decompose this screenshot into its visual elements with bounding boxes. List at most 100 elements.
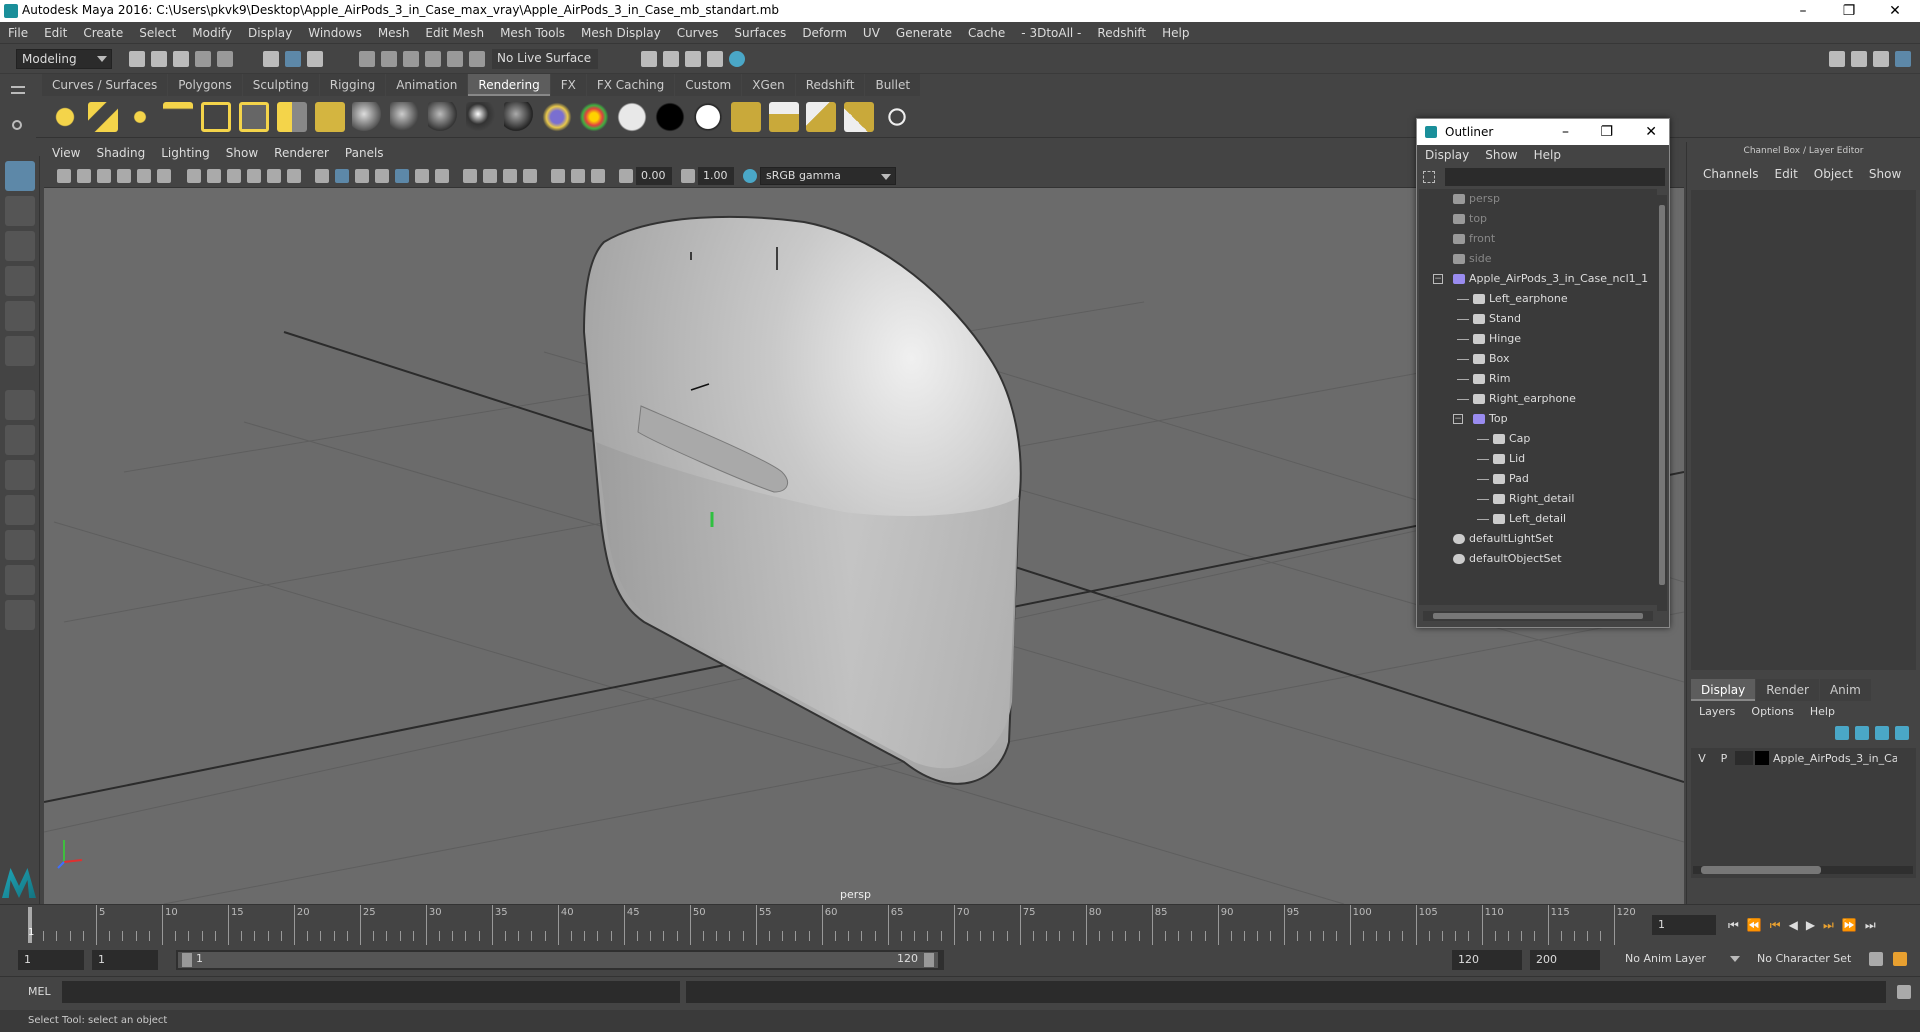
shelf-settings-icon[interactable] bbox=[12, 120, 22, 130]
outliner-minimize-button[interactable]: – bbox=[1562, 119, 1569, 145]
open-scene-icon[interactable] bbox=[151, 50, 167, 67]
xray-components-icon[interactable] bbox=[591, 168, 605, 183]
paint-select-tool-icon[interactable] bbox=[5, 231, 35, 261]
script-editor-icon[interactable] bbox=[1897, 985, 1911, 999]
phonge-material-icon[interactable] bbox=[465, 102, 496, 132]
tab-sculpting[interactable]: Sculpting bbox=[242, 74, 319, 96]
animation-start-field[interactable]: 1 bbox=[18, 950, 84, 970]
cb-menu-object[interactable]: Object bbox=[1806, 167, 1861, 181]
lambert-material-icon[interactable] bbox=[390, 102, 421, 132]
outliner-close-button[interactable]: ✕ bbox=[1645, 119, 1657, 145]
go-to-start-icon[interactable]: ⏮ bbox=[1724, 918, 1743, 933]
animation-end-field[interactable]: 200 bbox=[1530, 950, 1600, 970]
snap-curve-icon[interactable] bbox=[381, 50, 397, 67]
render-view-icon[interactable] bbox=[729, 50, 745, 67]
outliner-layout-icon[interactable] bbox=[5, 495, 35, 525]
render-settings-icon[interactable] bbox=[685, 50, 701, 67]
playback-end-field[interactable]: 120 bbox=[1452, 950, 1522, 970]
light-editor-icon[interactable] bbox=[276, 102, 307, 132]
menu-mesh[interactable]: Mesh bbox=[370, 22, 418, 44]
layer-type-toggle[interactable] bbox=[1735, 751, 1753, 765]
tab-curves-surfaces[interactable]: Curves / Surfaces bbox=[42, 74, 168, 96]
layer-menu-help[interactable]: Help bbox=[1802, 705, 1843, 718]
play-forwards-icon[interactable]: ▶ bbox=[1802, 918, 1819, 932]
layer-row[interactable]: V P Apple_AirPods_3_in_Case bbox=[1691, 748, 1916, 768]
isolate-select-icon[interactable] bbox=[523, 168, 537, 183]
ipr-render-shelf-icon[interactable] bbox=[806, 102, 837, 132]
hypershade-layout-icon[interactable] bbox=[5, 565, 35, 595]
layer-tab-display[interactable]: Display bbox=[1691, 679, 1756, 701]
redo-icon[interactable] bbox=[217, 50, 233, 67]
spot-light-icon[interactable] bbox=[163, 102, 194, 132]
range-start-grip[interactable] bbox=[182, 953, 192, 967]
directional-light-icon[interactable] bbox=[87, 102, 118, 132]
vp-menu-renderer[interactable]: Renderer bbox=[266, 142, 337, 164]
ambient-light-icon[interactable] bbox=[49, 102, 80, 132]
range-handle[interactable]: 1 120 bbox=[178, 952, 938, 968]
menu-display[interactable]: Display bbox=[240, 22, 300, 44]
smooth-shade-icon[interactable] bbox=[335, 168, 349, 183]
menu-windows[interactable]: Windows bbox=[300, 22, 370, 44]
menu-cache[interactable]: Cache bbox=[960, 22, 1013, 44]
surface-shader-icon[interactable] bbox=[617, 102, 648, 132]
layer-name[interactable]: Apple_AirPods_3_in_Case bbox=[1773, 752, 1897, 765]
menu-file[interactable]: File bbox=[0, 22, 36, 44]
color-management-icon[interactable] bbox=[743, 168, 757, 183]
two-d-pan-icon[interactable] bbox=[137, 168, 151, 183]
tab-fx-caching[interactable]: FX Caching bbox=[586, 74, 675, 96]
move-tool-icon[interactable] bbox=[5, 266, 35, 296]
color-space-dropdown[interactable]: sRGB gamma bbox=[760, 166, 896, 185]
select-camera-icon[interactable] bbox=[57, 168, 71, 183]
select-hierarchy-icon[interactable] bbox=[263, 50, 279, 67]
outliner-item[interactable]: Stand bbox=[1419, 309, 1657, 329]
point-light-icon[interactable] bbox=[125, 102, 156, 132]
outliner-item[interactable]: front bbox=[1419, 229, 1657, 249]
outliner-item[interactable]: Right_detail bbox=[1419, 489, 1657, 509]
tool-settings-icon[interactable] bbox=[1873, 50, 1889, 67]
time-slider[interactable]: 5 10 15 20 25 30 35 40 45 50 55 60 65 70 75 80 85 90 95 100… bbox=[0, 904, 1920, 946]
snap-grid-icon[interactable] bbox=[359, 50, 375, 67]
depth-of-field-icon[interactable] bbox=[503, 168, 517, 183]
anti-aliasing-icon[interactable] bbox=[483, 168, 497, 183]
outliner-scroll-thumb[interactable] bbox=[1659, 205, 1665, 585]
outliner-item[interactable]: defaultLightSet bbox=[1419, 529, 1657, 549]
menu-uv[interactable]: UV bbox=[855, 22, 888, 44]
character-set-dropdown[interactable]: No Character Set bbox=[1752, 950, 1866, 970]
blinn-material-icon[interactable] bbox=[352, 102, 383, 132]
menu-create[interactable]: Create bbox=[75, 22, 131, 44]
save-scene-icon[interactable] bbox=[173, 50, 189, 67]
modeling-toolkit-icon[interactable] bbox=[1829, 50, 1845, 67]
tab-animation[interactable]: Animation bbox=[386, 74, 468, 96]
render-current-frame-icon[interactable] bbox=[768, 102, 799, 132]
outliner-item[interactable]: Pad bbox=[1419, 469, 1657, 489]
outliner-item[interactable]: Cap bbox=[1419, 429, 1657, 449]
outliner-menu-display[interactable]: Display bbox=[1417, 145, 1477, 165]
cb-menu-show[interactable]: Show bbox=[1861, 167, 1909, 181]
snap-point-icon[interactable] bbox=[403, 50, 419, 67]
maximize-button[interactable]: ❐ bbox=[1826, 0, 1872, 22]
play-backwards-icon[interactable]: ◀ bbox=[1785, 918, 1802, 932]
vp-menu-show[interactable]: Show bbox=[218, 142, 266, 164]
single-view-layout-icon[interactable] bbox=[5, 390, 35, 420]
collapse-icon[interactable]: − bbox=[1433, 274, 1443, 284]
outliner-item[interactable]: Right_earphone bbox=[1419, 389, 1657, 409]
lasso-tool-icon[interactable] bbox=[5, 196, 35, 226]
layer-tab-render[interactable]: Render bbox=[1756, 679, 1819, 701]
tab-xgen[interactable]: XGen bbox=[742, 74, 795, 96]
bookmarks-icon[interactable] bbox=[97, 168, 111, 183]
camera-attributes-icon[interactable] bbox=[77, 168, 91, 183]
four-view-layout-icon[interactable] bbox=[5, 425, 35, 455]
menu-edit[interactable]: Edit bbox=[36, 22, 75, 44]
resolution-gate-icon[interactable] bbox=[227, 168, 241, 183]
tab-rigging[interactable]: Rigging bbox=[319, 74, 386, 96]
vp-menu-view[interactable]: View bbox=[44, 142, 88, 164]
outliner-item[interactable]: − Top bbox=[1419, 409, 1657, 429]
outliner-menu-help[interactable]: Help bbox=[1526, 145, 1569, 165]
exposure-field[interactable]: 0.00 bbox=[636, 166, 672, 185]
tab-redshift[interactable]: Redshift bbox=[795, 74, 865, 96]
step-back-key-icon[interactable]: ⏮ bbox=[1766, 918, 1785, 933]
wireframe-on-shaded-icon[interactable] bbox=[355, 168, 369, 183]
graph-layout-icon[interactable] bbox=[5, 530, 35, 560]
custom-layout-icon[interactable] bbox=[5, 600, 35, 630]
xray-joints-icon[interactable] bbox=[571, 168, 585, 183]
